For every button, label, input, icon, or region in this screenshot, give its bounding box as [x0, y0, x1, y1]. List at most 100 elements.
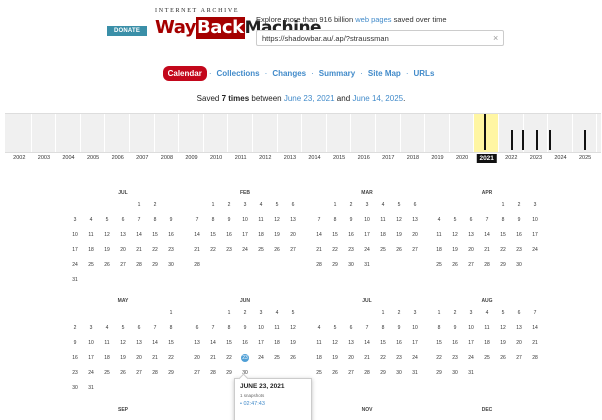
calendar-day[interactable]: 31: [83, 383, 99, 398]
calendar-day[interactable]: 7: [479, 215, 495, 230]
calendar-day[interactable]: 4: [253, 200, 269, 215]
calendar-day[interactable]: 22: [147, 245, 163, 260]
calendar-day[interactable]: 3: [407, 308, 423, 323]
calendar-day[interactable]: 14: [311, 230, 327, 245]
calendar-day[interactable]: 1: [221, 308, 237, 323]
calendar-day[interactable]: 8: [147, 215, 163, 230]
calendar-day[interactable]: 2: [391, 308, 407, 323]
calendar-day[interactable]: 15: [147, 230, 163, 245]
capture-bar[interactable]: [584, 130, 586, 150]
calendar-day[interactable]: 23: [241, 354, 249, 362]
calendar-day[interactable]: 25: [375, 245, 391, 260]
calendar-day[interactable]: 14: [527, 323, 543, 338]
calendar-day[interactable]: 2: [447, 308, 463, 323]
calendar-day[interactable]: 25: [311, 368, 327, 383]
year-label-2025[interactable]: 2025: [579, 155, 591, 161]
calendar-day[interactable]: 19: [285, 338, 301, 353]
calendar-day[interactable]: 15: [327, 230, 343, 245]
calendar-day[interactable]: 12: [327, 338, 343, 353]
year-label-2023[interactable]: 2023: [530, 155, 542, 161]
popup-snapshot-link[interactable]: • 02:47:43: [240, 401, 306, 407]
calendar-day[interactable]: 30: [67, 383, 83, 398]
calendar-day[interactable]: 5: [269, 200, 285, 215]
calendar-day[interactable]: 14: [189, 230, 205, 245]
calendar-day[interactable]: 24: [253, 353, 269, 368]
calendar-day[interactable]: 3: [463, 308, 479, 323]
web-pages-link[interactable]: web pages: [355, 15, 391, 24]
calendar-day[interactable]: 11: [83, 230, 99, 245]
calendar-day[interactable]: 13: [407, 215, 423, 230]
calendar-day[interactable]: 16: [447, 338, 463, 353]
calendar-day[interactable]: 22: [163, 353, 179, 368]
calendar-day[interactable]: 24: [67, 260, 83, 275]
calendar-day[interactable]: 15: [163, 338, 179, 353]
calendar-day[interactable]: 5: [285, 308, 301, 323]
year-label-2021[interactable]: 2021: [476, 154, 497, 163]
calendar-day[interactable]: 26: [99, 260, 115, 275]
calendar-day[interactable]: 5: [327, 323, 343, 338]
calendar-day[interactable]: 15: [221, 338, 237, 353]
calendar-day[interactable]: 11: [375, 215, 391, 230]
calendar-day[interactable]: 24: [463, 353, 479, 368]
capture-bar[interactable]: [484, 114, 486, 150]
calendar-day[interactable]: 14: [479, 230, 495, 245]
calendar-day[interactable]: 23: [67, 368, 83, 383]
year-label-2003[interactable]: 2003: [38, 155, 50, 161]
calendar-day[interactable]: 13: [343, 338, 359, 353]
calendar-day[interactable]: 15: [375, 338, 391, 353]
calendar-day[interactable]: 6: [407, 200, 423, 215]
calendar-day[interactable]: 17: [527, 230, 543, 245]
year-label-2018[interactable]: 2018: [407, 155, 419, 161]
tab-urls[interactable]: URLs: [409, 69, 440, 78]
year-label-2017[interactable]: 2017: [382, 155, 394, 161]
capture-bar[interactable]: [511, 130, 513, 150]
calendar-day[interactable]: 13: [463, 230, 479, 245]
calendar-day[interactable]: 23: [221, 245, 237, 260]
wayback-logo[interactable]: INTERNET ARCHIVE Way Back Machine: [155, 8, 322, 42]
calendar-day[interactable]: 1: [205, 200, 221, 215]
calendar-day[interactable]: 10: [67, 230, 83, 245]
calendar-day[interactable]: 19: [269, 230, 285, 245]
calendar-day[interactable]: 11: [479, 323, 495, 338]
calendar-day[interactable]: 31: [359, 260, 375, 275]
calendar-day[interactable]: 9: [237, 323, 253, 338]
calendar-day[interactable]: 25: [479, 353, 495, 368]
calendar-day[interactable]: 7: [205, 323, 221, 338]
calendar-day[interactable]: 1: [131, 200, 147, 215]
calendar-day[interactable]: 12: [391, 215, 407, 230]
calendar-day[interactable]: 30: [343, 260, 359, 275]
calendar-day[interactable]: 3: [237, 200, 253, 215]
calendar-day[interactable]: 12: [447, 230, 463, 245]
capture-bar[interactable]: [549, 130, 551, 150]
calendar-day[interactable]: 2: [511, 200, 527, 215]
calendar-day[interactable]: 4: [99, 323, 115, 338]
year-label-2005[interactable]: 2005: [87, 155, 99, 161]
calendar-day[interactable]: 26: [495, 353, 511, 368]
calendar-day[interactable]: 28: [311, 260, 327, 275]
timeline-year-2014[interactable]: [302, 114, 327, 152]
calendar-day[interactable]: 26: [327, 368, 343, 383]
calendar-day[interactable]: 6: [189, 323, 205, 338]
calendar-day[interactable]: 27: [511, 353, 527, 368]
calendar-day[interactable]: 21: [359, 353, 375, 368]
timeline-year-2002[interactable]: [7, 114, 32, 152]
calendar-day[interactable]: 20: [285, 230, 301, 245]
calendar-day[interactable]: 15: [205, 230, 221, 245]
calendar-day[interactable]: 7: [189, 215, 205, 230]
calendar-day[interactable]: 24: [407, 353, 423, 368]
calendar-day[interactable]: 28: [205, 368, 221, 383]
calendar-day[interactable]: 8: [221, 323, 237, 338]
calendar-day[interactable]: 30: [391, 368, 407, 383]
calendar-day[interactable]: 15: [431, 338, 447, 353]
calendar-day[interactable]: 18: [431, 245, 447, 260]
calendar-day[interactable]: 22: [375, 353, 391, 368]
calendar-day[interactable]: 16: [163, 230, 179, 245]
calendar-day[interactable]: 29: [431, 368, 447, 383]
timeline-year-2024[interactable]: [548, 114, 573, 152]
calendar-day[interactable]: 4: [375, 200, 391, 215]
calendar-day[interactable]: 31: [67, 275, 83, 290]
calendar-day[interactable]: 3: [67, 215, 83, 230]
calendar-day[interactable]: 20: [115, 245, 131, 260]
calendar-day[interactable]: 22: [327, 245, 343, 260]
calendar-day[interactable]: 20: [189, 353, 205, 368]
